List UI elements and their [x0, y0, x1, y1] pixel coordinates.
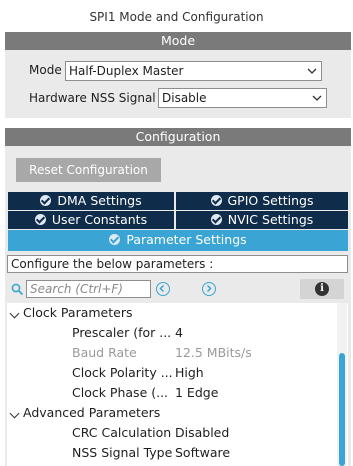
- chevron-down-icon[interactable]: [9, 408, 20, 419]
- search-input[interactable]: Search (Ctrl+F): [26, 280, 151, 298]
- circle-chevron-left-icon[interactable]: [156, 282, 170, 296]
- tree-group-advanced-parameters[interactable]: Advanced Parameters: [7, 403, 337, 423]
- param-value: High: [175, 365, 204, 380]
- tab-user-constants[interactable]: User Constants: [8, 211, 174, 229]
- param-name: CRC Calculation: [72, 425, 172, 440]
- param-value: 12.5 MBits/s: [175, 345, 252, 360]
- mode-select[interactable]: Half-Duplex Master: [65, 61, 322, 81]
- circle-chevron-right-icon[interactable]: [202, 282, 216, 296]
- param-row[interactable]: NSS Signal Type Software: [7, 443, 337, 463]
- tab-label: GPIO Settings: [227, 193, 314, 208]
- param-row: Baud Rate 12.5 MBits/s: [7, 343, 337, 363]
- scrollbar-thumb[interactable]: [339, 353, 345, 466]
- param-name: NSS Signal Type: [72, 445, 173, 460]
- tab-label: User Constants: [51, 212, 148, 227]
- mode-select-value: Half-Duplex Master: [69, 64, 184, 78]
- info-icon: i: [315, 282, 329, 296]
- param-row[interactable]: Clock Phase (... 1 Edge: [7, 383, 337, 403]
- param-value: Disabled: [175, 425, 230, 440]
- chevron-down-icon[interactable]: [9, 308, 20, 319]
- search-icon[interactable]: [11, 283, 24, 296]
- nss-select-value: Disable: [162, 91, 207, 105]
- parameter-tree: Clock Parameters Prescaler (for ... 4 Ba…: [7, 303, 348, 466]
- nss-select[interactable]: Disable: [158, 88, 327, 108]
- param-row[interactable]: Prescaler (for ... 4: [7, 323, 337, 343]
- param-name: Clock Phase (...: [72, 385, 169, 400]
- chevron-left-icon: [159, 284, 165, 293]
- check-circle-icon: [210, 214, 222, 225]
- configuration-section-header: Configuration: [5, 128, 351, 146]
- chevron-right-icon: [206, 284, 212, 293]
- group-label: Advanced Parameters: [23, 405, 161, 420]
- mode-section-header: Mode: [5, 32, 351, 50]
- chevron-down-icon: [312, 95, 322, 101]
- check-circle-icon: [210, 195, 222, 206]
- check-circle-icon: [40, 195, 52, 206]
- param-value: 1 Edge: [175, 385, 219, 400]
- check-circle-icon: [34, 214, 46, 225]
- param-name: Clock Polarity ...: [72, 365, 173, 380]
- param-name: Prescaler (for ...: [72, 325, 172, 340]
- check-circle-icon: [109, 234, 121, 245]
- tree-group-clock-parameters[interactable]: Clock Parameters: [7, 303, 337, 323]
- tab-parameter-settings[interactable]: Parameter Settings: [8, 230, 348, 251]
- tab-label: Parameter Settings: [126, 232, 247, 247]
- reset-configuration-button[interactable]: Reset Configuration: [16, 158, 161, 182]
- param-value: 4: [175, 325, 183, 340]
- param-row[interactable]: CRC Calculation Disabled: [7, 423, 337, 443]
- mode-label: Mode: [29, 63, 62, 77]
- window-title: SPI1 Mode and Configuration: [89, 10, 264, 24]
- tab-gpio-settings[interactable]: GPIO Settings: [176, 192, 348, 210]
- group-label: Clock Parameters: [23, 305, 133, 320]
- parameters-description: Configure the below parameters :: [7, 255, 348, 273]
- param-value: Software: [175, 445, 231, 460]
- tab-dma-settings[interactable]: DMA Settings: [8, 192, 174, 210]
- param-row[interactable]: Clock Polarity ... High: [7, 363, 337, 383]
- tab-nvic-settings[interactable]: NVIC Settings: [176, 211, 348, 229]
- tab-label: DMA Settings: [57, 193, 142, 208]
- info-button[interactable]: i: [300, 279, 344, 299]
- nss-label: Hardware NSS Signal: [29, 91, 156, 105]
- chevron-down-icon: [307, 68, 317, 74]
- param-name: Baud Rate: [72, 345, 137, 360]
- tab-label: NVIC Settings: [227, 212, 314, 227]
